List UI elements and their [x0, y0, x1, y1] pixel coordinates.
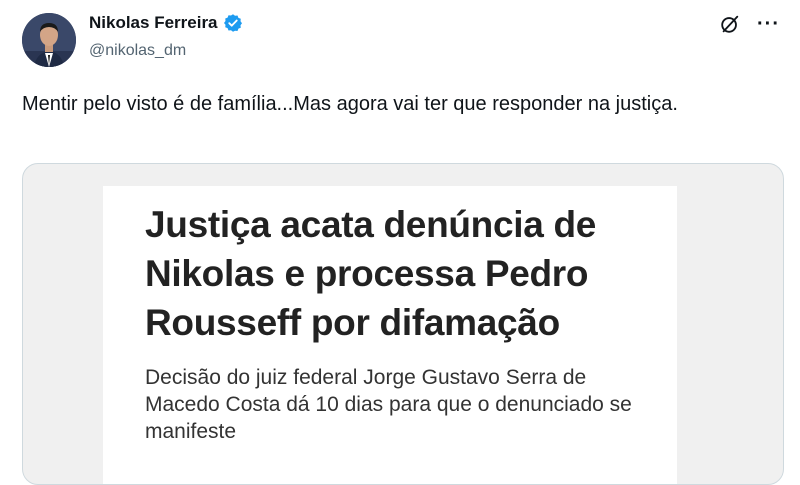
tweet-top-actions: ··· — [719, 13, 780, 35]
author-name-row: Nikolas Ferreira — [89, 13, 243, 33]
author-handle[interactable]: @nikolas_dm — [89, 42, 186, 60]
avatar[interactable] — [22, 13, 76, 67]
media-card[interactable]: Justiça acata denúncia de Nikolas e proc… — [22, 163, 784, 485]
news-image: Justiça acata denúncia de Nikolas e proc… — [103, 186, 677, 484]
tweet-text: Mentir pelo visto é de família...Mas ago… — [22, 93, 678, 115]
news-headline: Justiça acata denúncia de Nikolas e proc… — [145, 204, 597, 343]
news-subhead: Decisão do juiz federal Jorge Gustavo Se… — [145, 366, 632, 443]
verified-badge-icon — [223, 13, 243, 33]
grok-icon[interactable] — [719, 13, 741, 35]
more-options-icon[interactable]: ··· — [757, 14, 780, 34]
author-name[interactable]: Nikolas Ferreira — [89, 13, 218, 33]
